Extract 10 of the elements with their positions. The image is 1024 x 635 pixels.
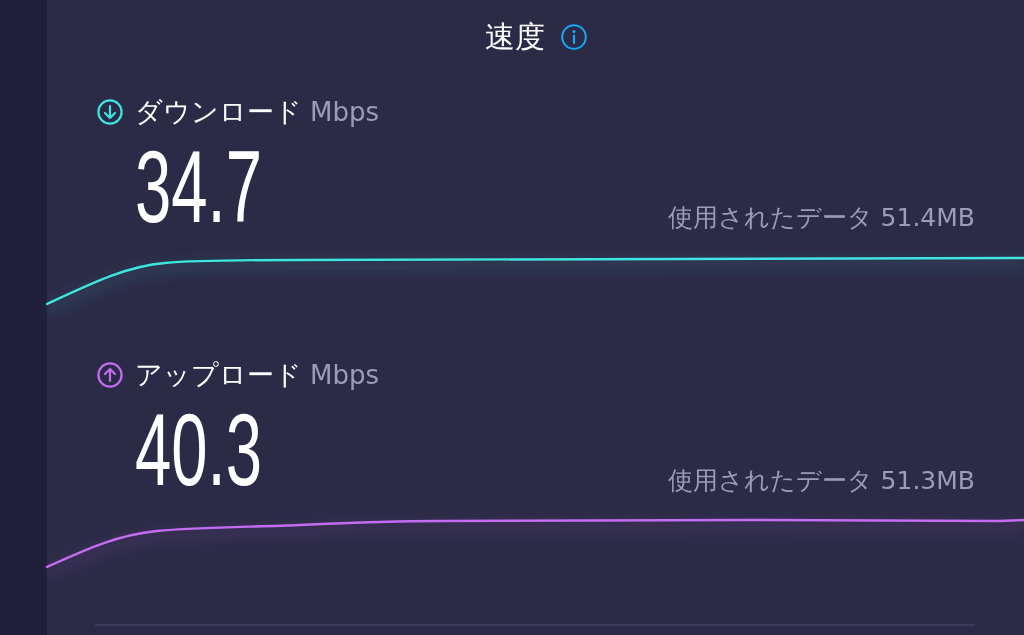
unit-label: Mbps: [310, 97, 379, 127]
metric-label: アップロード: [135, 360, 302, 390]
metric-label: ダウンロード: [135, 97, 302, 127]
data-used-text: 使用されたデータ 51.3MB: [667, 466, 975, 496]
speed-value: 34.7: [135, 136, 263, 238]
unit-label: Mbps: [310, 360, 379, 390]
info-icon[interactable]: [560, 24, 587, 50]
speed-value: 40.3: [135, 399, 263, 501]
data-used-text: 使用されたデータ 51.4MB: [667, 203, 975, 233]
page-title: 速度: [484, 18, 545, 56]
